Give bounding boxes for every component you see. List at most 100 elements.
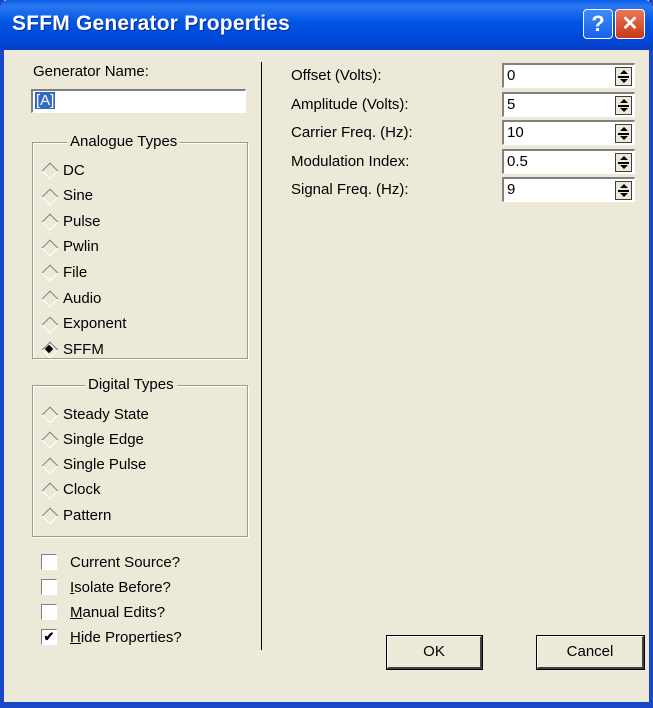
radio-label: Exponent [63,315,127,333]
radio-label: Steady State [63,405,149,423]
radio-label: Clock [63,481,101,499]
radio-digital-single-pulse[interactable]: Single Pulse [41,454,146,476]
radio-diamond-icon [41,239,57,255]
vertical-divider [261,62,262,650]
spin-down-icon[interactable] [620,193,628,197]
checkbox-label: Manual Edits? [70,604,165,621]
spin-down-icon[interactable] [620,164,628,169]
spinner-icon[interactable] [615,95,632,115]
analogue-types-group: Analogue Types DC Sine Pulse Pwlin File Audio… [32,133,248,360]
checkbox-label: Current Source? [70,553,181,571]
field-label: Amplitude (Volts): [291,95,409,113]
radio-diamond-icon [41,406,57,422]
radio-label: Sine [63,187,94,205]
spinner-icon[interactable] [615,67,632,86]
spin-up-icon[interactable] [620,184,628,188]
checkbox-label: Isolate Before? [70,579,171,596]
checkbox-box[interactable] [41,579,57,595]
radio-analogue-file[interactable]: File [41,261,87,283]
accelerator-key: M [70,603,83,621]
radio-digital-single-edge[interactable]: Single Edge [41,428,144,450]
radio-diamond-icon [41,457,57,473]
field-input[interactable]: 5 [502,91,635,117]
field-label: Offset (Volts): [291,67,382,84]
accelerator-key: H [70,628,81,646]
spinner-icon[interactable] [615,181,632,200]
checkbox-box[interactable] [41,554,57,570]
radio-diamond-icon [41,188,57,204]
field-label: Signal Freq. (Hz): [291,181,409,198]
radio-diamond-icon [41,482,57,498]
field-value: 0 [507,67,516,84]
dialog-window: SFFM Generator Properties ? ✕ Generator … [0,0,653,708]
radio-label: File [63,263,88,281]
radio-label: Audio [63,289,102,307]
radio-diamond-icon [41,264,57,280]
checkbox-isolate-before[interactable]: Isolate Before? [41,576,171,598]
radio-label: DC [63,161,85,179]
radio-label: Pwlin [63,238,99,256]
digital-types-group: Digital Types Steady State Single Edge Sin… [32,376,248,537]
radio-label: SFFM [63,340,104,358]
radio-analogue-exponent[interactable]: Exponent [41,313,126,335]
field-input[interactable]: 0 [502,63,635,88]
radio-diamond-icon [41,162,57,178]
analogue-types-title: Analogue Types [67,133,181,150]
checkbox-box[interactable] [41,604,57,620]
checkbox-label-rest: solate Before? [74,578,171,596]
radio-diamond-icon [41,316,57,332]
checkbox-label-rest: anual Edits? [82,603,166,621]
radio-label: Pulse [63,212,101,230]
radio-analogue-sffm[interactable]: SFFM [41,338,104,360]
field-value: 5 [507,95,516,113]
field-input[interactable]: 9 [502,177,635,202]
radio-digital-steady-state[interactable]: Steady State [41,403,149,425]
spinner-icon[interactable] [615,124,632,143]
checkbox-checked-icon[interactable]: ✔ [41,629,57,645]
checkbox-manual-edits[interactable]: Manual Edits? [41,601,165,623]
radio-analogue-pwlin[interactable]: Pwlin [41,236,99,258]
cancel-button[interactable]: Cancel [536,635,645,670]
digital-types-title: Digital Types [85,376,177,393]
generator-name-value: [A] [35,92,56,109]
help-button[interactable]: ? [583,9,613,39]
field-input[interactable]: 10 [502,120,635,145]
spin-up-icon[interactable] [620,155,628,160]
radio-analogue-sine[interactable]: Sine [41,185,93,207]
radio-digital-clock[interactable]: Clock [41,479,101,501]
spin-down-icon[interactable] [620,136,628,140]
close-button[interactable]: ✕ [615,9,645,39]
spinner-icon[interactable] [615,152,632,172]
checkbox-label: Hide Properties? [70,629,182,646]
spin-up-icon[interactable] [620,127,628,131]
generator-name-input[interactable]: [A] [31,89,246,113]
spin-down-icon[interactable] [620,107,628,112]
radio-analogue-dc[interactable]: DC [41,159,85,181]
field-value: 10 [507,124,524,141]
checkbox-current-source[interactable]: Current Source? [41,551,180,573]
field-label: Modulation Index: [291,152,410,170]
radio-diamond-icon [41,431,57,447]
title-bar[interactable]: SFFM Generator Properties ? ✕ [0,0,653,50]
spin-up-icon[interactable] [620,98,628,103]
checkbox-label-rest: ide Properties? [80,628,182,646]
radio-diamond-icon [41,290,57,306]
close-icon: ✕ [621,13,639,35]
field-value: 9 [507,181,516,198]
radio-diamond-icon [41,507,57,523]
radio-diamond-icon [41,213,57,229]
field-label: Carrier Freq. (Hz): [291,124,413,141]
radio-analogue-pulse[interactable]: Pulse [41,210,101,232]
field-input[interactable]: 0.5 [502,148,635,174]
field-value: 0.5 [507,152,528,170]
generator-name-label: Generator Name: [33,63,149,80]
spin-down-icon[interactable] [620,79,628,83]
spin-up-icon[interactable] [620,70,628,74]
window-title: SFFM Generator Properties [12,12,291,35]
radio-digital-pattern[interactable]: Pattern [41,504,111,526]
radio-label: Pattern [63,506,112,524]
ok-button[interactable]: OK [386,635,483,670]
radio-label: Single Pulse [63,456,147,474]
radio-analogue-audio[interactable]: Audio [41,287,101,309]
checkbox-hide-properties[interactable]: ✔ Hide Properties? [41,626,182,648]
